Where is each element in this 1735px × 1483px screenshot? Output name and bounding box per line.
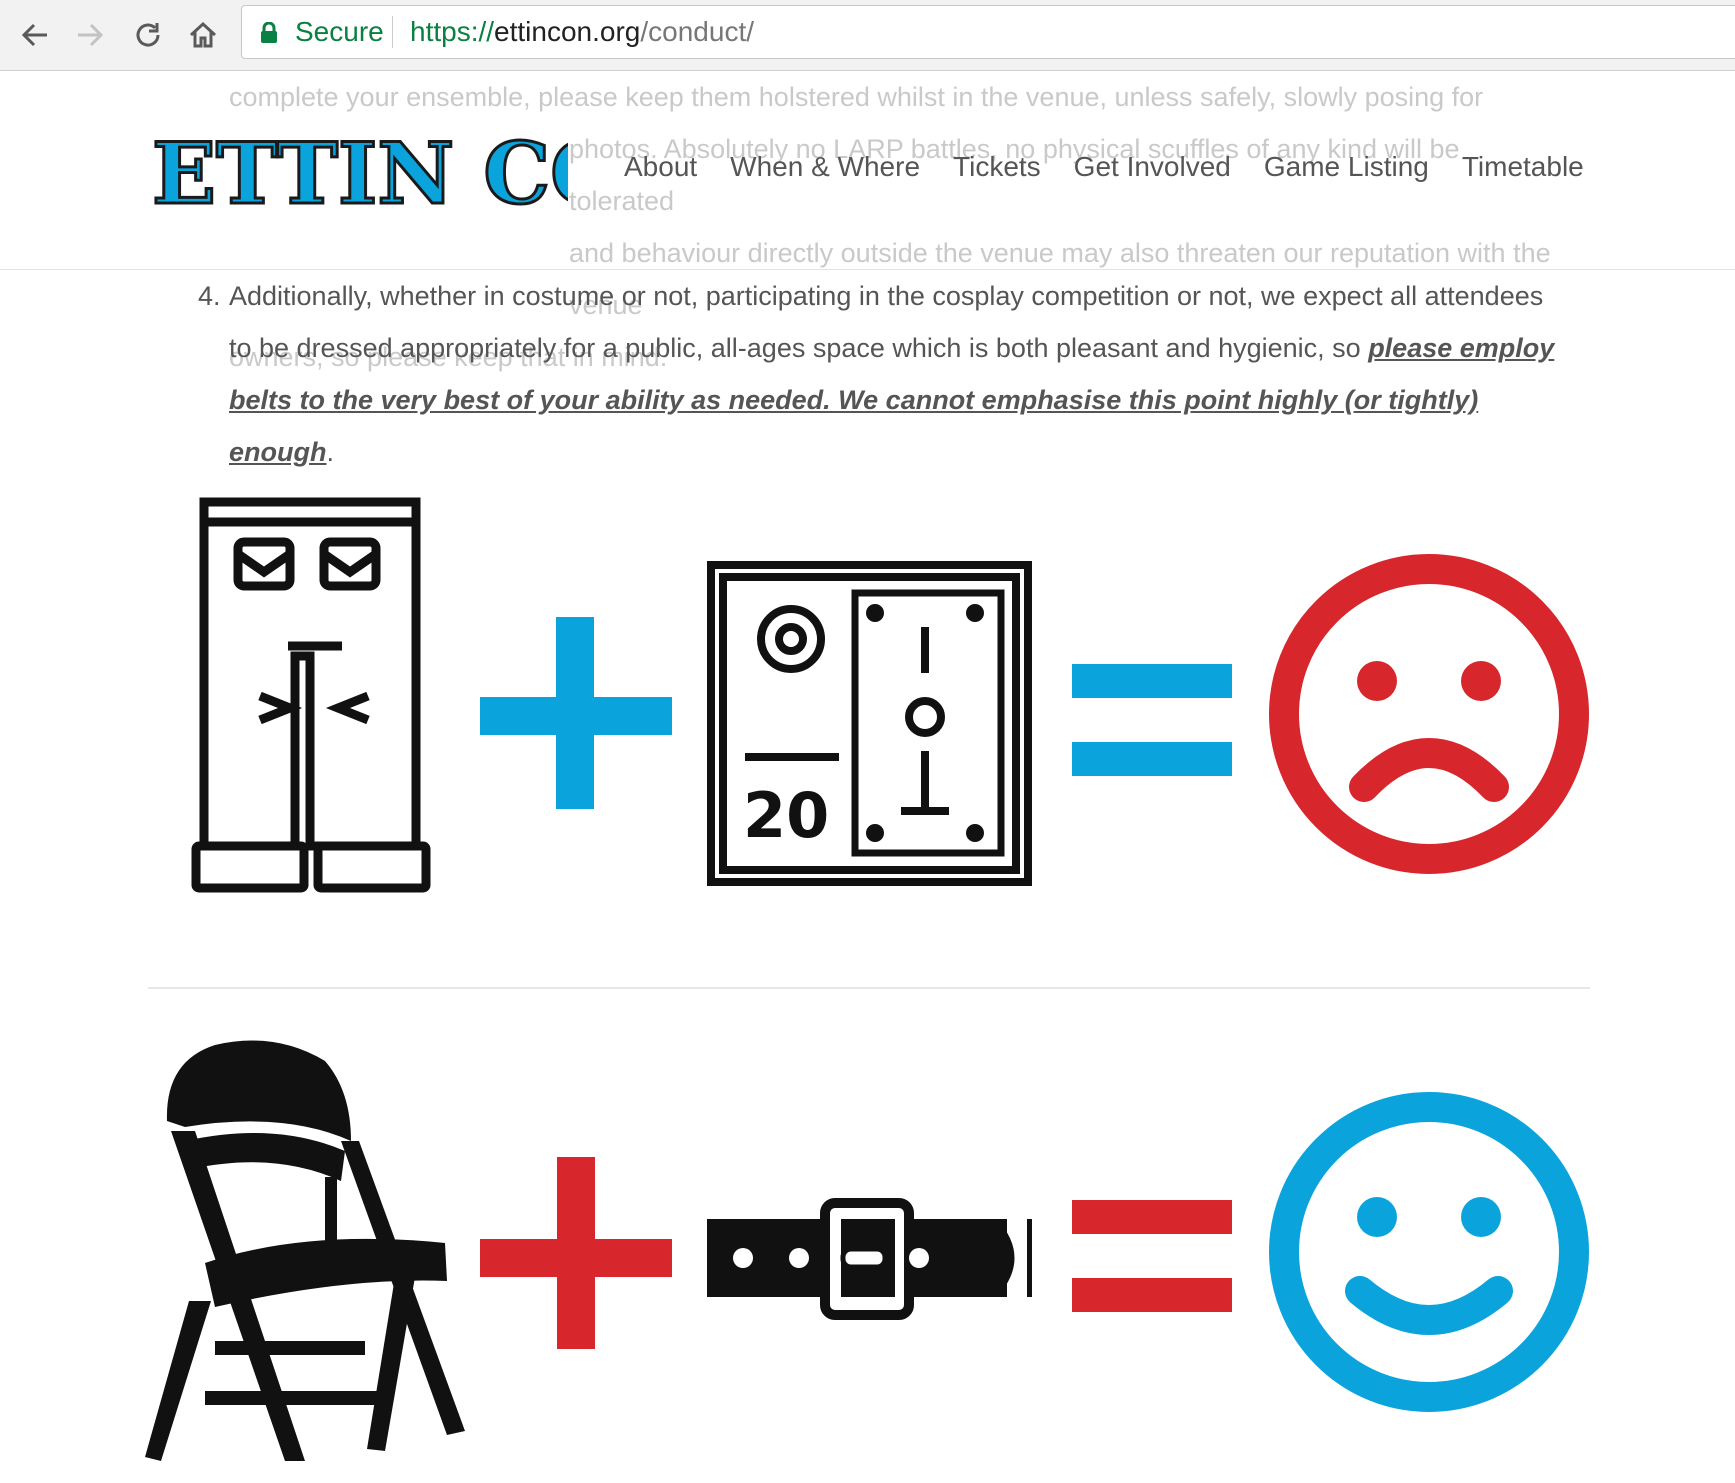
nav-get-involved[interactable]: Get Involved bbox=[1074, 151, 1231, 183]
section-divider bbox=[148, 987, 1590, 989]
list-item-text: Additionally, whether in costume or not,… bbox=[229, 270, 1569, 478]
browser-toolbar: Secure https://ettincon.org/conduct/ bbox=[0, 0, 1735, 71]
address-divider bbox=[392, 16, 393, 48]
plus-icon bbox=[480, 1157, 672, 1349]
site-header: ETTIN CON About When & Where Tickets Get… bbox=[0, 71, 1735, 270]
list-number: 4. bbox=[198, 281, 221, 311]
item-end: . bbox=[326, 437, 334, 467]
url-host: ettincon.org bbox=[494, 16, 641, 47]
money-value: 20 bbox=[743, 779, 829, 852]
folding-chair-icon bbox=[145, 1040, 465, 1461]
sad-face-icon bbox=[1269, 554, 1589, 874]
lock-icon bbox=[260, 22, 278, 44]
url-text[interactable]: https://ettincon.org/conduct/ bbox=[410, 16, 754, 48]
back-arrow-icon[interactable] bbox=[12, 12, 58, 58]
reload-icon[interactable] bbox=[125, 12, 171, 58]
equals-icon bbox=[1072, 664, 1232, 776]
nav-tickets[interactable]: Tickets bbox=[953, 151, 1041, 183]
main-nav: About When & Where Tickets Get Involved … bbox=[624, 151, 1617, 183]
web-page: complete your ensemble, please keep them… bbox=[0, 71, 1735, 1483]
nav-when-where[interactable]: When & Where bbox=[730, 151, 920, 183]
money-note-icon: 20 bbox=[707, 561, 1032, 886]
nav-about[interactable]: About bbox=[624, 151, 697, 183]
site-logo[interactable]: ETTIN CON bbox=[148, 123, 569, 223]
logo-text: ETTIN CON bbox=[152, 124, 568, 223]
url-path: /conduct/ bbox=[640, 16, 755, 47]
url-scheme: https:// bbox=[410, 16, 495, 47]
trousers-icon bbox=[191, 497, 431, 893]
equals-icon bbox=[1072, 1200, 1232, 1312]
home-icon[interactable] bbox=[180, 12, 226, 58]
belt-icon bbox=[707, 1198, 1032, 1320]
nav-timetable[interactable]: Timetable bbox=[1462, 151, 1584, 183]
forward-arrow-icon[interactable] bbox=[67, 12, 113, 58]
happy-face-icon bbox=[1269, 1092, 1589, 1412]
nav-game-listing[interactable]: Game Listing bbox=[1264, 151, 1429, 183]
item-body: Additionally, whether in costume or not,… bbox=[229, 281, 1544, 363]
secure-label: Secure bbox=[295, 16, 384, 47]
plus-icon bbox=[480, 617, 672, 809]
address-bar[interactable]: Secure https://ettincon.org/conduct/ bbox=[241, 5, 1735, 59]
